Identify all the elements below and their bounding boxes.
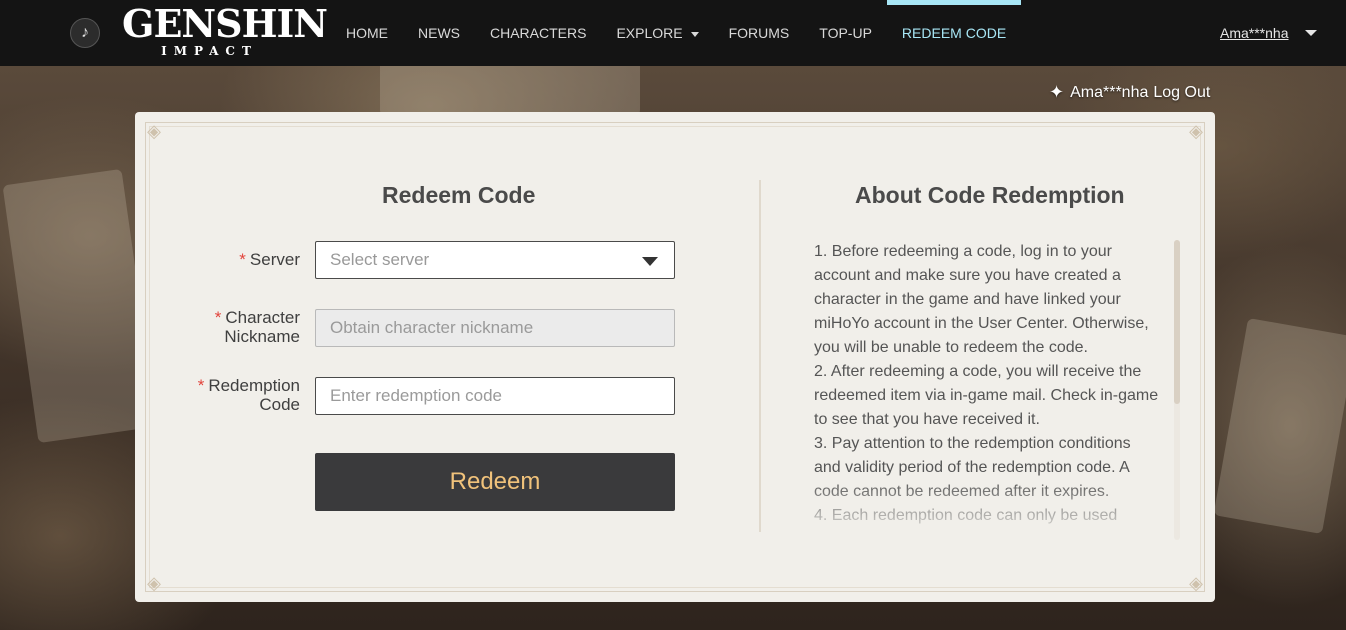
about-item: 2. After redeeming a code, you will rece… bbox=[814, 363, 1159, 428]
redeem-button[interactable]: Redeem bbox=[315, 453, 675, 511]
sparkle-icon: ✦ bbox=[1049, 82, 1065, 102]
nav-menu: HOME NEWS CHARACTERS EXPLORE FORUMS TOP-… bbox=[331, 0, 1022, 66]
top-navigation-bar: ♪ GENSHIN IMPACT HOME NEWS CHARACTERS EX… bbox=[0, 0, 1346, 66]
logout-link[interactable]: Log Out bbox=[1153, 84, 1210, 102]
logo-text-sub: IMPACT bbox=[161, 44, 258, 58]
background-feather bbox=[1213, 317, 1346, 535]
redeem-button-label: Redeem bbox=[449, 468, 541, 495]
character-nickname-field bbox=[315, 309, 675, 347]
nav-item-label: REDEEM CODE bbox=[901, 25, 1007, 41]
nav-item-home[interactable]: HOME bbox=[331, 0, 403, 66]
logo-text-main: GENSHIN bbox=[122, 1, 328, 46]
scrollbar-thumb[interactable] bbox=[1174, 240, 1180, 404]
user-name-link[interactable]: Ama***nha bbox=[1220, 0, 1289, 66]
nav-item-label: FORUMS bbox=[728, 25, 790, 41]
nav-item-explore[interactable]: EXPLORE bbox=[601, 0, 713, 66]
chevron-down-icon bbox=[690, 31, 699, 37]
server-label-text: Server bbox=[249, 250, 300, 269]
nav-item-characters[interactable]: CHARACTERS bbox=[475, 0, 601, 66]
account-bar: ✦ Ama***nha Log Out bbox=[1049, 82, 1210, 103]
genshin-impact-logo[interactable]: GENSHIN IMPACT bbox=[122, 1, 328, 62]
corner-ornament-icon: ◈ bbox=[147, 573, 161, 593]
section-divider bbox=[759, 180, 761, 532]
redeem-card: ◈ ◈ ◈ ◈ Redeem Code * Server Select serve… bbox=[135, 112, 1215, 602]
about-item: 1. Before redeeming a code, log in to yo… bbox=[814, 243, 1149, 356]
nickname-label: * Character Nickname bbox=[175, 308, 300, 346]
about-scrollbar[interactable] bbox=[1174, 240, 1180, 540]
nav-item-top-up[interactable]: TOP-UP bbox=[804, 0, 887, 66]
nav-item-label: HOME bbox=[346, 25, 388, 41]
about-content[interactable]: 1. Before redeeming a code, log in to yo… bbox=[814, 240, 1159, 538]
corner-ornament-icon: ◈ bbox=[1189, 121, 1203, 141]
about-item: 3. Pay attention to the redemption condi… bbox=[814, 435, 1131, 500]
nav-item-label: TOP-UP bbox=[819, 25, 872, 41]
code-label-line1: Redemption bbox=[208, 376, 300, 395]
nav-item-label: EXPLORE bbox=[616, 25, 683, 41]
about-item: 4. Each redemption code can only be used bbox=[814, 507, 1118, 524]
nav-item-forums[interactable]: FORUMS bbox=[714, 0, 805, 66]
music-note-icon: ♪ bbox=[81, 24, 89, 41]
corner-ornament-icon: ◈ bbox=[147, 121, 161, 141]
nav-item-redeem-code[interactable]: REDEEM CODE bbox=[886, 0, 1022, 66]
required-mark: * bbox=[239, 250, 246, 269]
redemption-code-label: * Redemption Code bbox=[165, 376, 300, 414]
nickname-label-line1: Character bbox=[225, 308, 300, 327]
chevron-down-icon[interactable] bbox=[1304, 30, 1317, 36]
required-mark: * bbox=[197, 376, 205, 395]
account-user-name: Ama***nha bbox=[1070, 83, 1149, 101]
nickname-label-line2: Nickname bbox=[224, 327, 300, 346]
server-select[interactable]: Select server bbox=[315, 241, 675, 279]
nav-item-label: NEWS bbox=[418, 25, 460, 41]
nav-item-label: CHARACTERS bbox=[490, 25, 587, 41]
about-title: About Code Redemption bbox=[855, 182, 1125, 208]
server-label: * Server bbox=[195, 250, 300, 269]
redemption-code-input[interactable] bbox=[315, 377, 675, 415]
nav-item-news[interactable]: NEWS bbox=[403, 0, 475, 66]
redeem-title: Redeem Code bbox=[382, 182, 536, 208]
required-mark: * bbox=[214, 308, 222, 327]
code-label-line2: Code bbox=[259, 395, 300, 414]
dropdown-arrow-icon bbox=[642, 257, 658, 266]
user-account-menu[interactable]: Ama***nha bbox=[1220, 0, 1317, 66]
server-select-placeholder: Select server bbox=[330, 250, 430, 269]
corner-ornament-icon: ◈ bbox=[1189, 573, 1203, 593]
music-toggle-button[interactable]: ♪ bbox=[70, 18, 100, 48]
